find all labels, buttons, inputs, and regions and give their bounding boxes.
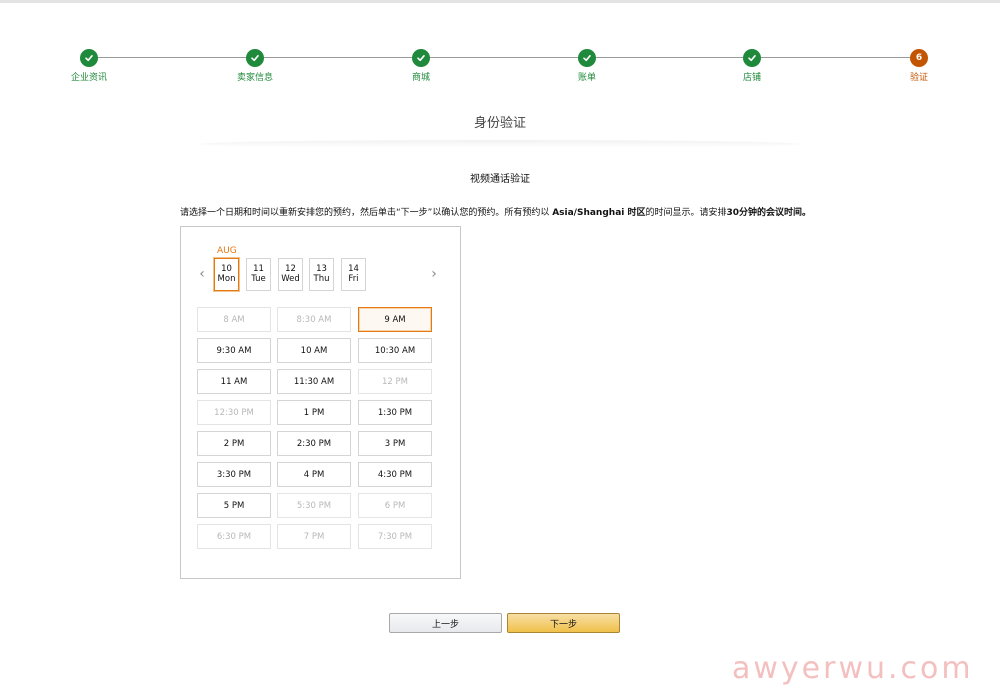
day-number: 14 (348, 264, 359, 274)
step-label: 店铺 (742, 73, 761, 83)
top-border (0, 0, 1000, 3)
time-slot[interactable]: 2:30 PM (277, 431, 351, 456)
check-icon (246, 49, 264, 67)
time-slot: 6 PM (358, 493, 432, 518)
day-number: 12 (285, 264, 296, 274)
time-slot: 6:30 PM (197, 524, 271, 549)
progress-stepper: 企业资讯 卖家信息 商城 账单 店铺 6 验证 (0, 46, 1000, 86)
instruction-part1: 请选择一个日期和时间以重新安排您的预约，然后单击“下一步”以确认您的预约。所有预… (180, 208, 553, 218)
day-of-week: Wed (281, 274, 300, 284)
step-3: 商城 (376, 49, 466, 83)
step-5: 店铺 (707, 49, 797, 83)
day-of-week: Thu (313, 274, 330, 284)
instruction-part2: 的时间显示。请安排 (645, 208, 727, 218)
day-of-week: Tue (251, 274, 266, 284)
step-4: 账单 (542, 49, 632, 83)
step-label: 企业资讯 (70, 73, 107, 83)
day-option[interactable]: 14 Fri (341, 258, 366, 291)
prev-week-arrow-icon[interactable]: ‹ (195, 266, 209, 282)
instruction-text: 请选择一个日期和时间以重新安排您的预约，然后单击“下一步”以确认您的预约。所有预… (180, 205, 840, 218)
time-slot[interactable]: 2 PM (197, 431, 271, 456)
time-slot[interactable]: 11:30 AM (277, 369, 351, 394)
time-slot: 12:30 PM (197, 400, 271, 425)
step-number: 6 (910, 49, 928, 67)
day-option[interactable]: 12 Wed (278, 258, 303, 291)
next-week-arrow-icon[interactable]: › (427, 266, 441, 282)
time-slot[interactable]: 11 AM (197, 369, 271, 394)
time-slot: 8 AM (197, 307, 271, 332)
day-number: 11 (253, 264, 264, 274)
check-icon (412, 49, 430, 67)
time-slot[interactable]: 9 AM (358, 307, 432, 332)
day-number: 10 (221, 264, 232, 274)
time-slot[interactable]: 3 PM (358, 431, 432, 456)
time-slot[interactable]: 5 PM (197, 493, 271, 518)
instruction-duration: 30分钟的会议时间。 (726, 208, 812, 218)
time-slot[interactable]: 4 PM (277, 462, 351, 487)
check-icon (743, 49, 761, 67)
day-of-week: Fri (348, 274, 359, 284)
prev-step-button[interactable]: 上一步 (389, 613, 502, 633)
watermark-logo: awyerwu.com (732, 651, 974, 686)
step-1: 企业资讯 (44, 49, 134, 83)
step-label: 卖家信息 (236, 73, 273, 83)
check-icon (578, 49, 596, 67)
section-title: 视频通话验证 (470, 174, 530, 185)
day-number: 13 (316, 264, 327, 274)
month-label: AUG (217, 246, 237, 256)
step-label: 验证 (909, 73, 928, 83)
check-icon (80, 49, 98, 67)
time-slot[interactable]: 10:30 AM (358, 338, 432, 363)
day-of-week: Mon (217, 274, 236, 284)
day-option[interactable]: 10 Mon (214, 258, 239, 291)
day-option[interactable]: 11 Tue (246, 258, 271, 291)
instruction-timezone: Asia/Shanghai 时区 (552, 208, 646, 218)
step-2: 卖家信息 (210, 49, 300, 83)
page-title: 身份验证 (473, 116, 526, 131)
step-label: 商城 (411, 73, 430, 83)
step-6: 6 验证 (874, 49, 964, 83)
time-slot[interactable]: 1 PM (277, 400, 351, 425)
time-slot[interactable]: 10 AM (277, 338, 351, 363)
time-slot: 7:30 PM (358, 524, 432, 549)
time-slot: 7 PM (277, 524, 351, 549)
day-option[interactable]: 13 Thu (309, 258, 334, 291)
next-step-button[interactable]: 下一步 (507, 613, 620, 633)
title-divider-shadow (200, 140, 800, 148)
step-label: 账单 (577, 73, 596, 83)
time-slot[interactable]: 3:30 PM (197, 462, 271, 487)
time-slot: 12 PM (358, 369, 432, 394)
time-slot: 5:30 PM (277, 493, 351, 518)
time-slot[interactable]: 9:30 AM (197, 338, 271, 363)
time-slot[interactable]: 1:30 PM (358, 400, 432, 425)
time-slot[interactable]: 4:30 PM (358, 462, 432, 487)
time-slot: 8:30 AM (277, 307, 351, 332)
